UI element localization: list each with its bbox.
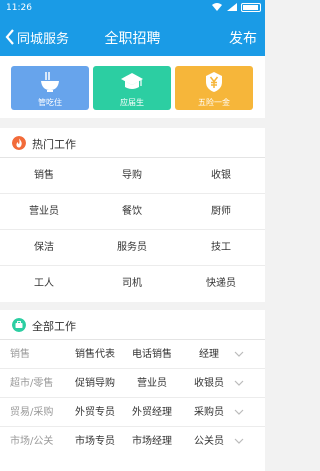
chevron-down-icon[interactable]	[233, 407, 245, 417]
wifi-icon	[212, 3, 222, 11]
section-title: 全部工作	[32, 320, 76, 333]
job-item[interactable]: 市场专员	[64, 427, 126, 456]
hot-job-item[interactable]: 餐饮	[88, 194, 176, 230]
job-item[interactable]: 销售代表	[64, 340, 126, 369]
briefcase-icon	[12, 318, 26, 332]
hot-jobs-row: 保洁 服务员 技工	[0, 230, 265, 266]
category-label[interactable]: 超市/零售	[10, 369, 53, 398]
category-label[interactable]: 贸易/采购	[10, 398, 53, 427]
page-title: 全职招聘	[104, 31, 161, 47]
status-icons	[211, 2, 261, 12]
job-item[interactable]: 外贸专员	[64, 398, 126, 427]
quick-filter-panel: 管吃住 应届生 五险一金	[0, 56, 265, 118]
hot-job-item[interactable]: 工人	[0, 266, 88, 302]
nav-bar: 同城服务 全职招聘 发布	[0, 18, 265, 56]
job-item[interactable]: 经理	[178, 340, 240, 369]
hot-jobs-section: 热门工作 销售 导购 收银 营业员 餐饮 厨师 保洁 服务员 技工 工人 司机 …	[0, 128, 265, 302]
hot-job-item[interactable]: 快递员	[177, 266, 265, 302]
hot-job-item[interactable]: 保洁	[0, 230, 88, 266]
category-label[interactable]: 市场/公关	[10, 427, 53, 456]
job-item[interactable]: 营业员	[121, 369, 183, 398]
chevron-down-icon[interactable]	[233, 349, 245, 359]
job-item[interactable]: 收银员	[178, 369, 240, 398]
hot-job-item[interactable]: 司机	[88, 266, 176, 302]
all-jobs-header: 全部工作	[0, 310, 265, 340]
status-time: 11:26	[6, 3, 32, 13]
job-item[interactable]: 公关员	[178, 427, 240, 456]
category-label[interactable]: 销售	[10, 340, 30, 369]
battery-icon	[241, 2, 261, 12]
all-jobs-section: 全部工作 销售 销售代表 电话销售 经理 超市/零售 促销导购 营业员 收银员 …	[0, 310, 265, 471]
hot-job-item[interactable]: 营业员	[0, 194, 88, 230]
tile-label: 管吃住	[38, 98, 62, 107]
graduation-cap-icon	[121, 73, 143, 89]
status-bar: 11:26	[0, 0, 265, 18]
noodle-bowl-icon	[41, 72, 59, 92]
flame-icon	[12, 136, 26, 150]
job-item[interactable]: 外贸经理	[121, 398, 183, 427]
tile-board-and-lodging[interactable]: 管吃住	[11, 66, 89, 110]
category-row: 市场/公关 市场专员 市场经理 公关员	[0, 427, 265, 456]
chevron-down-icon[interactable]	[233, 378, 245, 388]
hot-job-item[interactable]: 厨师	[177, 194, 265, 230]
publish-button[interactable]: 发布	[229, 28, 257, 48]
tile-social-insurance[interactable]: 五险一金	[175, 66, 253, 110]
hot-job-item[interactable]: 导购	[88, 158, 176, 194]
job-item[interactable]: 市场经理	[121, 427, 183, 456]
hot-jobs-header: 热门工作	[0, 128, 265, 158]
hot-jobs-row: 工人 司机 快递员	[0, 266, 265, 302]
category-row: 超市/零售 促销导购 营业员 收银员	[0, 369, 265, 398]
signal-icon	[227, 3, 237, 11]
tile-label: 五险一金	[198, 98, 230, 107]
hot-jobs-row: 销售 导购 收银	[0, 158, 265, 194]
tile-label: 应届生	[120, 98, 144, 107]
hot-job-item[interactable]: 收银	[177, 158, 265, 194]
tile-fresh-graduates[interactable]: 应届生	[93, 66, 171, 110]
category-row: 贸易/采购 外贸专员 外贸经理 采购员	[0, 398, 265, 427]
chevron-down-icon[interactable]	[233, 436, 245, 446]
section-title: 热门工作	[32, 138, 76, 151]
job-item[interactable]: 促销导购	[64, 369, 126, 398]
job-item[interactable]: 采购员	[178, 398, 240, 427]
hot-job-item[interactable]: 销售	[0, 158, 88, 194]
hot-job-item[interactable]: 服务员	[88, 230, 176, 266]
job-item[interactable]: 电话销售	[121, 340, 183, 369]
hot-jobs-row: 营业员 餐饮 厨师	[0, 194, 265, 230]
hot-job-item[interactable]: 技工	[177, 230, 265, 266]
yuan-coin-icon	[206, 72, 222, 92]
category-row: 销售 销售代表 电话销售 经理	[0, 340, 265, 369]
